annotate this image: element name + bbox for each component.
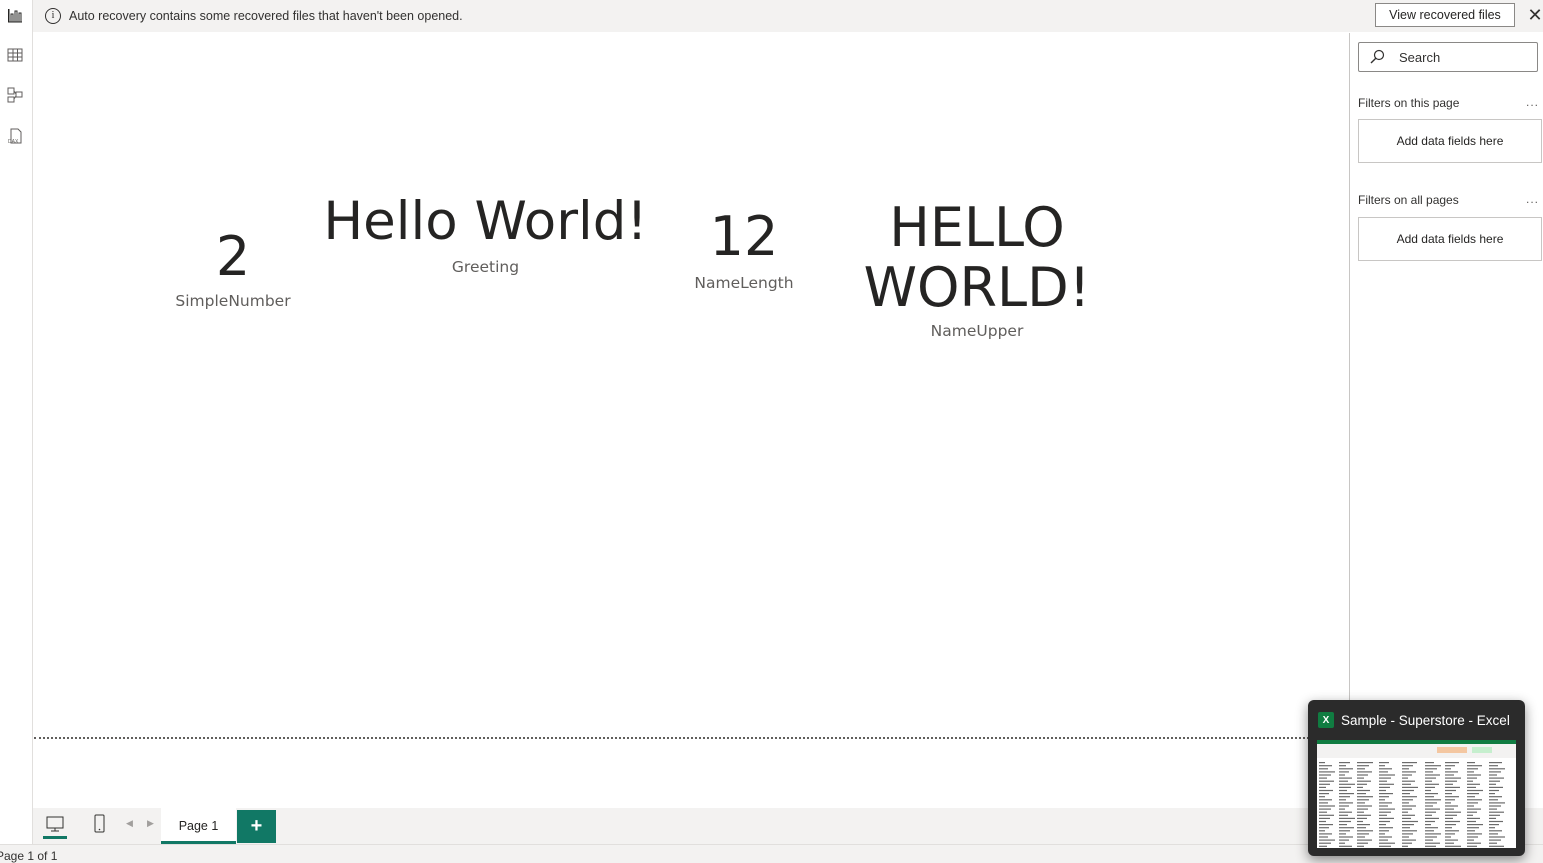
- view-recovered-files-button[interactable]: View recovered files: [1375, 3, 1515, 27]
- page-tab-page-1[interactable]: Page 1: [161, 808, 236, 844]
- add-page-button[interactable]: +: [237, 810, 276, 843]
- card-label: SimpleNumber: [175, 292, 291, 310]
- spreadsheet-thumbnail-image: [1317, 740, 1516, 847]
- card-visual-namelength[interactable]: 12 NameLength: [684, 205, 804, 293]
- card-label: NameLength: [694, 274, 794, 292]
- close-icon[interactable]: ✕: [1527, 5, 1543, 25]
- previous-page-arrow-icon[interactable]: ◀: [126, 818, 133, 829]
- desktop-layout-underline: [43, 836, 67, 839]
- card-value: 2: [215, 225, 251, 288]
- report-view-button[interactable]: [3, 5, 27, 29]
- filters-search-input[interactable]: Search: [1358, 42, 1538, 72]
- card-value: HELLO WORLD!: [863, 196, 1091, 319]
- table-icon: [6, 46, 24, 69]
- card-label: NameUpper: [930, 322, 1024, 340]
- filters-on-this-page-title: Filters on this page: [1358, 96, 1460, 110]
- table-view-button[interactable]: [3, 45, 27, 69]
- left-navigation-rail: DAX: [0, 0, 33, 862]
- taskbar-window-preview[interactable]: X Sample - Superstore - Excel: [1308, 700, 1525, 856]
- mobile-layout-button[interactable]: [87, 814, 111, 838]
- model-icon: [6, 86, 24, 109]
- card-value: 12: [709, 205, 779, 268]
- bar-chart-icon: [6, 6, 24, 29]
- page-tab-label: Page 1: [178, 819, 219, 833]
- dax-query-view-button[interactable]: DAX: [3, 126, 27, 150]
- desktop-icon: [45, 814, 65, 839]
- more-options-icon[interactable]: ...: [1526, 95, 1539, 109]
- infobar-message: Auto recovery contains some recovered fi…: [69, 9, 463, 23]
- desktop-layout-button[interactable]: [43, 814, 67, 838]
- filters-on-all-pages-title: Filters on all pages: [1358, 193, 1459, 207]
- svg-text:DAX: DAX: [8, 139, 19, 145]
- excel-icon: X: [1318, 712, 1334, 728]
- mobile-icon: [89, 814, 109, 839]
- search-icon: [1369, 49, 1385, 65]
- report-canvas[interactable]: [33, 33, 1349, 808]
- card-visual-simplenumber[interactable]: 2 SimpleNumber: [168, 225, 298, 311]
- more-options-icon[interactable]: ...: [1526, 192, 1539, 206]
- all-pages-filters-dropzone[interactable]: Add data fields here: [1358, 217, 1542, 261]
- model-view-button[interactable]: [3, 85, 27, 109]
- info-icon: i: [45, 8, 61, 24]
- next-page-arrow-icon[interactable]: ▶: [147, 818, 154, 829]
- page-indicator: Page 1 of 1: [0, 849, 58, 863]
- card-visual-nameupper[interactable]: HELLO WORLD! NameUpper: [862, 196, 1092, 341]
- preview-window-title: Sample - Superstore - Excel: [1341, 713, 1510, 728]
- page-boundary-line: [34, 737, 1309, 739]
- dax-icon: DAX: [6, 127, 24, 150]
- card-value: Hello World!: [323, 191, 648, 252]
- card-visual-greeting[interactable]: Hello World! Greeting: [318, 195, 653, 276]
- auto-recovery-infobar: i Auto recovery contains some recovered …: [33, 0, 1543, 32]
- page-filters-dropzone[interactable]: Add data fields here: [1358, 119, 1542, 163]
- card-label: Greeting: [451, 258, 520, 276]
- filters-pane: Search Filters on this page ... Add data…: [1349, 33, 1543, 808]
- spreadsheet-thumbnail: [1317, 740, 1516, 848]
- search-placeholder: Search: [1399, 50, 1441, 65]
